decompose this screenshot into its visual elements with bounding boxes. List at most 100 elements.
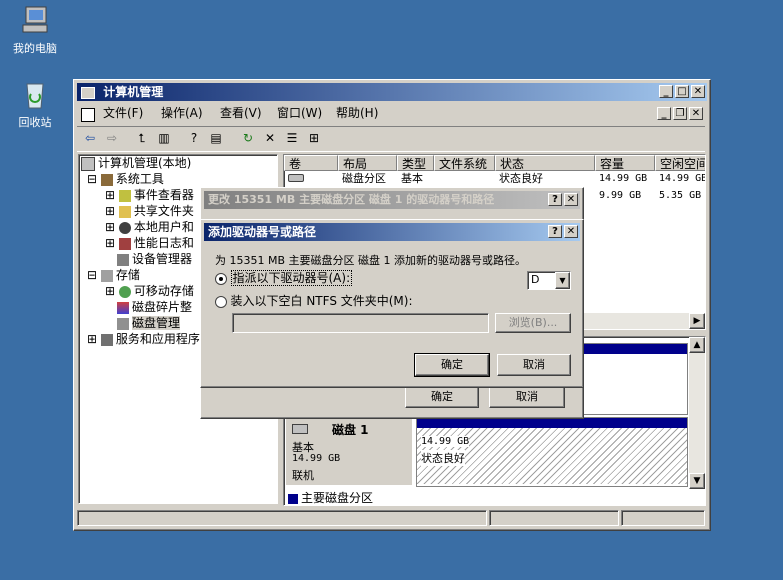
partition-status: 状态良好 bbox=[421, 450, 465, 466]
mount-folder-radio[interactable]: 装入以下空白 NTFS 文件夹中(M): bbox=[215, 293, 413, 309]
users-icon bbox=[118, 221, 131, 234]
scroll-up-button[interactable]: ▲ bbox=[689, 337, 705, 353]
cell-capacity: 9.99 GB bbox=[599, 190, 642, 201]
column-header-status[interactable]: 状态 bbox=[495, 155, 595, 171]
tree-item-event-viewer[interactable]: ⊞ 事件查看器 bbox=[105, 187, 194, 203]
perf-logs-icon bbox=[118, 237, 131, 250]
properties-icon[interactable]: ☰ bbox=[283, 129, 301, 147]
add-dialog-title-bar[interactable]: 添加驱动器号或路径 ? ✕ bbox=[204, 223, 580, 241]
event-viewer-icon bbox=[118, 189, 131, 202]
tree-item-defrag[interactable]: 磁盘碎片整 bbox=[117, 299, 192, 315]
scroll-right-button[interactable]: ▶ bbox=[689, 313, 705, 329]
primary-partition-bar bbox=[417, 418, 687, 428]
device-manager-icon bbox=[117, 253, 129, 266]
desktop-icon-my-computer[interactable]: 我的电脑 bbox=[0, 4, 70, 56]
desktop-icon-recycle-bin[interactable]: 回收站 bbox=[0, 78, 70, 130]
export-icon[interactable]: ⊞ bbox=[305, 129, 323, 147]
minimize-button[interactable]: _ bbox=[659, 85, 673, 98]
properties-list-icon[interactable]: ▤ bbox=[207, 129, 225, 147]
scroll-down-button[interactable]: ▼ bbox=[689, 473, 705, 489]
tree-item-local-users[interactable]: ⊞ 本地用户和 bbox=[105, 219, 194, 235]
tree-item-services[interactable]: ⊞ 服务和应用程序 bbox=[87, 331, 200, 347]
column-header-free-space[interactable]: 空闲空间 bbox=[655, 155, 705, 171]
add-dialog-close-button[interactable]: ✕ bbox=[564, 225, 578, 238]
column-header-layout[interactable]: 布局 bbox=[338, 155, 397, 171]
change-dialog-ok-button[interactable]: 确定 bbox=[405, 386, 479, 408]
child-minimize-button[interactable]: _ bbox=[657, 107, 671, 120]
back-icon[interactable]: ⇦ bbox=[81, 129, 99, 147]
shared-folder-icon bbox=[118, 205, 131, 218]
menu-bar: 文件(F) 操作(A) 查看(V) 窗口(W) 帮助(H) _ ❐ ✕ bbox=[77, 104, 705, 124]
change-dialog-title-bar[interactable]: 更改 15351 MB 主要磁盘分区 磁盘 1 的驱动器号和路径 ? ✕ bbox=[204, 191, 580, 209]
column-header-volume[interactable]: 卷 bbox=[284, 155, 338, 171]
tree-label: 共享文件夹 bbox=[133, 204, 194, 218]
disk-info-box[interactable]: 磁盘 1 基本 14.99 GB 联机 bbox=[286, 417, 412, 485]
menu-action[interactable]: 操作(A) bbox=[161, 104, 203, 122]
tree-item-storage[interactable]: ⊟ 存储 bbox=[87, 267, 140, 283]
drive-letter-select[interactable]: D ▼ bbox=[527, 271, 571, 290]
assign-letter-label: 指派以下驱动器号(A): bbox=[230, 270, 353, 286]
disk-title: 磁盘 1 bbox=[292, 421, 369, 438]
tree-label: 磁盘碎片整 bbox=[132, 300, 193, 314]
tree-label: 服务和应用程序 bbox=[115, 332, 200, 346]
column-header-filesystem[interactable]: 文件系统 bbox=[434, 155, 495, 171]
maximize-button[interactable]: □ bbox=[675, 85, 689, 98]
vertical-scrollbar[interactable] bbox=[689, 353, 705, 473]
cell-capacity: 14.99 GB bbox=[599, 173, 648, 184]
menu-file[interactable]: 文件(F) bbox=[103, 104, 143, 122]
partition-block[interactable]: 14.99 GB 状态良好 bbox=[416, 417, 688, 487]
status-cell-1 bbox=[77, 510, 487, 526]
status-bar bbox=[77, 510, 705, 526]
volume-drive-icon bbox=[284, 171, 304, 187]
disk-name: 磁盘 1 bbox=[332, 423, 369, 437]
table-row[interactable]: 磁盘分区 基本 状态良好 14.99 GB 14.99 GB bbox=[284, 171, 705, 187]
change-dialog-help-button[interactable]: ? bbox=[548, 193, 562, 206]
up-folder-icon[interactable]: ⮤ bbox=[133, 129, 151, 147]
child-close-button[interactable]: ✕ bbox=[689, 107, 703, 120]
browse-button[interactable]: 浏览(B)... bbox=[495, 313, 571, 333]
forward-icon[interactable]: ⇨ bbox=[103, 129, 121, 147]
add-dialog-cancel-button[interactable]: 取消 bbox=[497, 354, 571, 376]
change-dialog-close-button[interactable]: ✕ bbox=[564, 193, 578, 206]
column-header-capacity[interactable]: 容量 bbox=[595, 155, 655, 171]
menu-view[interactable]: 查看(V) bbox=[220, 104, 262, 122]
child-restore-button[interactable]: ❐ bbox=[673, 107, 687, 120]
refresh-icon[interactable]: ↻ bbox=[239, 129, 257, 147]
tree-item-shared-folders[interactable]: ⊞ 共享文件夹 bbox=[105, 203, 194, 219]
partition-size: 14.99 GB bbox=[421, 436, 470, 447]
app-icon bbox=[81, 86, 95, 99]
cell-type: 基本 bbox=[401, 172, 423, 185]
main-title-bar[interactable]: 计算机管理 _ □ ✕ bbox=[77, 83, 707, 101]
tree-item-system-tools[interactable]: ⊟ 系统工具 bbox=[87, 171, 164, 187]
tree-item-disk-management[interactable]: 磁盘管理 bbox=[117, 315, 181, 331]
disk-icon bbox=[292, 424, 308, 434]
show-tree-icon[interactable]: ▥ bbox=[155, 129, 173, 147]
add-dialog-ok-button[interactable]: 确定 bbox=[414, 353, 490, 377]
tree-label: 磁盘管理 bbox=[132, 316, 181, 330]
tree-item-root[interactable]: 计算机管理(本地) bbox=[81, 155, 191, 171]
change-dialog-title: 更改 15351 MB 主要磁盘分区 磁盘 1 的驱动器号和路径 bbox=[208, 193, 495, 206]
chevron-down-icon[interactable]: ▼ bbox=[555, 272, 570, 289]
add-dialog-help-button[interactable]: ? bbox=[548, 225, 562, 238]
menu-help[interactable]: 帮助(H) bbox=[336, 104, 378, 122]
tree-item-device-manager[interactable]: 设备管理器 bbox=[117, 251, 192, 267]
delete-icon[interactable]: ✕ bbox=[261, 129, 279, 147]
drive-letter-value: D bbox=[531, 273, 540, 286]
assign-letter-radio[interactable]: 指派以下驱动器号(A): bbox=[215, 270, 353, 286]
close-button[interactable]: ✕ bbox=[691, 85, 705, 98]
mount-folder-label: 装入以下空白 NTFS 文件夹中(M): bbox=[230, 294, 413, 308]
folder-path-input[interactable] bbox=[232, 313, 489, 333]
window-title: 计算机管理 bbox=[103, 85, 164, 99]
tree-item-perf-logs[interactable]: ⊞ 性能日志和 bbox=[105, 235, 194, 251]
toolbar: ⇦ ⇨ ⮤ ▥ ? ▤ ↻ ✕ ☰ ⊞ bbox=[77, 126, 705, 152]
menu-window[interactable]: 窗口(W) bbox=[277, 104, 322, 122]
computer-icon bbox=[81, 156, 95, 171]
change-dialog-cancel-button[interactable]: 取消 bbox=[489, 386, 565, 408]
legend: 主要磁盘分区 bbox=[288, 489, 373, 506]
column-header-type[interactable]: 类型 bbox=[397, 155, 434, 171]
radio-selected-icon bbox=[215, 273, 227, 285]
help-icon[interactable]: ? bbox=[185, 129, 203, 147]
disk-management-icon bbox=[117, 317, 129, 330]
add-dialog-description: 为 15351 MB 主要磁盘分区 磁盘 1 添加新的驱动器号或路径。 bbox=[215, 254, 527, 267]
tree-item-removable-storage[interactable]: ⊞ 可移动存储 bbox=[105, 283, 194, 299]
